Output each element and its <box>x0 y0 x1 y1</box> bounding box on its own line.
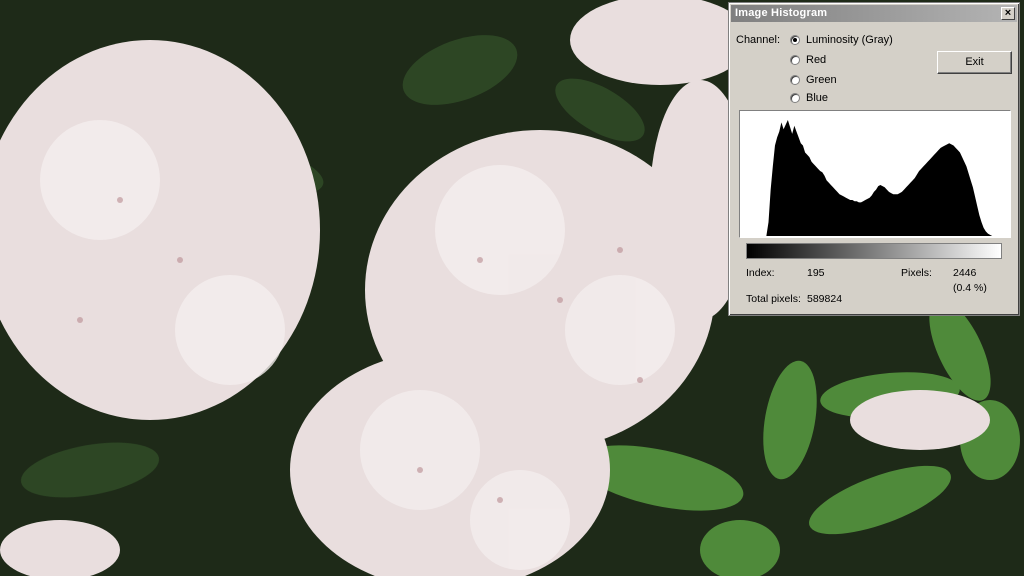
pixels-percent: (0.4 %) <box>953 282 987 294</box>
radio-luminosity-indicator[interactable] <box>790 35 800 45</box>
window-title: Image Histogram <box>735 7 828 19</box>
histogram-window: Image Histogram × Channel: Luminosity (G… <box>728 2 1020 316</box>
radio-luminosity-label: Luminosity (Gray) <box>806 34 893 46</box>
radio-green-indicator[interactable] <box>790 75 800 85</box>
histogram-plot <box>747 120 1003 236</box>
close-button[interactable]: × <box>1001 7 1015 20</box>
radio-red[interactable]: Red <box>790 53 826 67</box>
channel-label: Channel: <box>736 34 781 46</box>
radio-red-label: Red <box>806 54 827 66</box>
total-pixels-value: 589824 <box>807 293 843 305</box>
radio-blue-label: Blue <box>806 92 829 104</box>
radio-blue[interactable]: Blue <box>790 91 828 105</box>
luminosity-gradient-bar <box>746 243 1002 259</box>
close-icon: × <box>1004 7 1012 19</box>
window-titlebar[interactable]: Image Histogram × <box>731 5 1017 22</box>
radio-blue-indicator[interactable] <box>790 93 800 103</box>
radio-green-label: Green <box>806 74 837 86</box>
radio-green[interactable]: Green <box>790 73 837 87</box>
index-label: Index: <box>746 267 775 279</box>
radio-red-indicator[interactable] <box>790 55 800 65</box>
histogram-area <box>747 120 1003 236</box>
pixels-label: Pixels: <box>901 267 932 279</box>
total-pixels-label: Total pixels: <box>746 293 801 305</box>
exit-button[interactable]: Exit <box>937 51 1012 74</box>
pixels-value: 2446 <box>953 267 977 279</box>
index-value: 195 <box>807 267 825 279</box>
radio-luminosity[interactable]: Luminosity (Gray) <box>790 33 893 47</box>
histogram-frame[interactable] <box>739 110 1011 238</box>
